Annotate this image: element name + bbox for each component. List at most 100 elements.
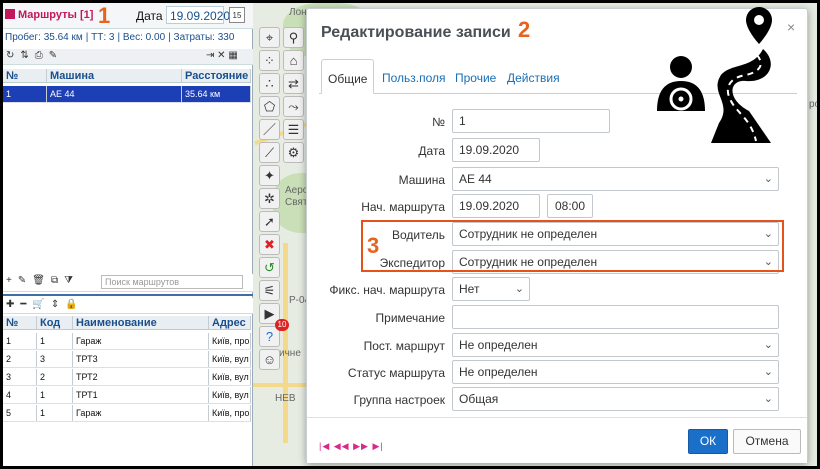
dots-icon[interactable]: ∴ — [259, 73, 280, 94]
start-date-input[interactable]: 19.09.2020 — [452, 194, 540, 218]
list-edit-icon[interactable]: ☰ — [283, 119, 304, 140]
close-icon[interactable]: × — [787, 19, 795, 35]
points-icon[interactable]: ⁘ — [259, 50, 280, 71]
routes-summary: Пробег: 35.64 км | ТТ: 3 | Вес: 0.00 | Затр… — [5, 32, 235, 43]
sort-points-icon[interactable]: ⇕ — [51, 299, 59, 310]
map-label: ичне — [279, 348, 301, 359]
routes-toolbar: ↻ ⇅ ⎙ ✎ ⇥ ✕ ▦ — [3, 49, 253, 65]
stop-icon[interactable]: ✖ — [259, 234, 280, 255]
date-input[interactable]: 19.09.2020 — [452, 138, 540, 162]
car-value: АЕ 44 — [459, 172, 492, 186]
crosshair-icon[interactable]: ⌖ — [259, 27, 280, 48]
status-select[interactable]: Не определен ⌄ — [452, 360, 779, 384]
tt-text: ТТ: 3 — [91, 32, 115, 43]
cell-name: ТРТ3 — [73, 351, 209, 367]
polygon-icon[interactable]: ⬠ — [259, 96, 280, 117]
marker-icon[interactable]: ⚲ — [283, 27, 304, 48]
weight-text: Вес: 0.00 — [122, 32, 166, 43]
date-label: Дата — [136, 9, 163, 23]
refresh-icon[interactable]: ↻ — [6, 50, 14, 61]
cell-name: Гараж — [73, 333, 209, 349]
map-label: ро — [809, 99, 820, 110]
record-pager[interactable]: |◀ ◀◀ ▶▶ ▶| — [319, 441, 384, 452]
fixed-start-select[interactable]: Нет ⌄ — [452, 277, 530, 301]
routes-icon — [5, 9, 15, 19]
swap-icon[interactable]: ⇄ — [283, 73, 304, 94]
copy-icon[interactable]: ⧉ — [51, 275, 58, 286]
table-row[interactable]: 5 1 Гараж Київ, про — [3, 405, 251, 422]
add-point-icon[interactable]: ✚ — [6, 299, 14, 310]
map-road — [253, 383, 313, 387]
car-select[interactable]: АЕ 44 ⌄ — [452, 167, 779, 191]
chevron-down-icon: ⌄ — [514, 283, 524, 295]
col-address[interactable]: Адрес — [209, 316, 251, 329]
date-label: Дата — [418, 144, 445, 158]
nav-icons[interactable]: ⇥ ✕ ▦ — [206, 50, 238, 61]
col-name[interactable]: Наименование — [73, 316, 209, 329]
cell-code: 1 — [37, 405, 73, 421]
map-road — [283, 243, 288, 443]
tab-general[interactable]: Общие — [321, 59, 375, 94]
cell-num: 1 — [3, 86, 47, 102]
cart-icon[interactable]: 🛒 — [32, 299, 44, 310]
routes-title[interactable]: Маршруты [1] — [5, 9, 93, 21]
permanent-select[interactable]: Не определен ⌄ — [452, 333, 779, 357]
settings-group-select[interactable]: Общая ⌄ — [452, 387, 779, 411]
remove-point-icon[interactable]: ━ — [20, 299, 26, 310]
lock-icon[interactable]: 🔒 — [65, 299, 77, 310]
arrow-icon[interactable]: ➚ — [259, 211, 280, 232]
date-input[interactable]: 19.09.2020 — [166, 6, 230, 24]
gear-icon[interactable]: ⚙ — [283, 142, 304, 163]
col-distance[interactable]: Расстояние — [182, 69, 251, 82]
brush-icon[interactable]: ／ — [259, 119, 280, 140]
cell-code: 3 — [37, 351, 73, 367]
ok-button[interactable]: ОК — [688, 429, 728, 454]
filter-icon[interactable]: ⧩ — [64, 275, 73, 286]
cancel-button[interactable]: Отмена — [733, 429, 801, 454]
table-row[interactable]: 3 2 ТРТ2 Київ, вул — [3, 369, 251, 386]
points-toolbar: ✚ ━ 🛒 ⇕ 🔒 — [3, 298, 253, 314]
note-input[interactable] — [452, 305, 779, 329]
col-num[interactable]: № — [3, 316, 37, 329]
add-icon[interactable]: + — [6, 275, 12, 286]
num-input[interactable]: 1 — [452, 109, 610, 133]
tab-other[interactable]: Прочие — [449, 59, 502, 94]
tab-user-fields[interactable]: Польз.поля — [376, 59, 452, 94]
points-grid-header: № Код Наименование Адрес — [3, 316, 251, 330]
recycle-icon[interactable]: ↺ — [259, 257, 280, 278]
app-window: Маршруты [1] 1 Дата 19.09.2020 15 Пробег… — [0, 0, 820, 469]
ruler-icon[interactable]: ⟋ — [259, 142, 280, 163]
tab-actions[interactable]: Действия — [501, 59, 566, 94]
table-row[interactable]: 4 1 ТРТ1 Київ, вул — [3, 387, 251, 404]
print-icon[interactable]: ⎙ — [35, 50, 43, 61]
cell-address: Київ, вул — [209, 351, 251, 367]
calendar-icon[interactable]: 15 — [229, 7, 245, 23]
settings-group-value: Общая — [459, 392, 499, 406]
cell-address: Київ, про — [209, 333, 251, 349]
col-car[interactable]: Машина — [47, 69, 182, 82]
table-row[interactable]: 1 АЕ 44 35.64 км — [3, 86, 251, 103]
wand-icon[interactable]: ✦ — [259, 165, 280, 186]
sort-icon[interactable]: ⇅ — [20, 50, 28, 61]
table-row[interactable]: 1 1 Гараж Київ, про — [3, 333, 251, 350]
dialog-footer: |◀ ◀◀ ▶▶ ▶| ОК Отмена — [307, 417, 807, 463]
delete-icon[interactable]: 🗑 — [32, 275, 45, 286]
fixed-start-value: Нет — [459, 282, 480, 296]
start-time-input[interactable]: 08:00 — [547, 194, 593, 218]
cell-address: Київ, про — [209, 405, 251, 421]
routes-grid-header: № Машина Расстояние — [3, 69, 251, 83]
cell-name: ТРТ1 — [73, 387, 209, 403]
person-icon[interactable]: ☺ — [259, 349, 280, 370]
pin-icon[interactable]: ⌂ — [283, 50, 304, 71]
route-icon[interactable]: ⤳ — [283, 96, 304, 117]
col-code[interactable]: Код — [37, 316, 73, 329]
col-num[interactable]: № — [3, 69, 47, 82]
cell-name: ТРТ2 — [73, 369, 209, 385]
wrench-icon[interactable]: ✎ — [49, 50, 57, 61]
edit-icon[interactable]: ✎ — [18, 275, 26, 286]
traffic-light-icon[interactable]: ⚟ — [259, 280, 280, 301]
routes-search-input[interactable]: Поиск маршрутов — [101, 275, 243, 289]
table-row[interactable]: 2 3 ТРТ3 Київ, вул — [3, 351, 251, 368]
settings-icon[interactable]: ✲ — [259, 188, 280, 209]
note-label: Примечание — [375, 311, 445, 325]
